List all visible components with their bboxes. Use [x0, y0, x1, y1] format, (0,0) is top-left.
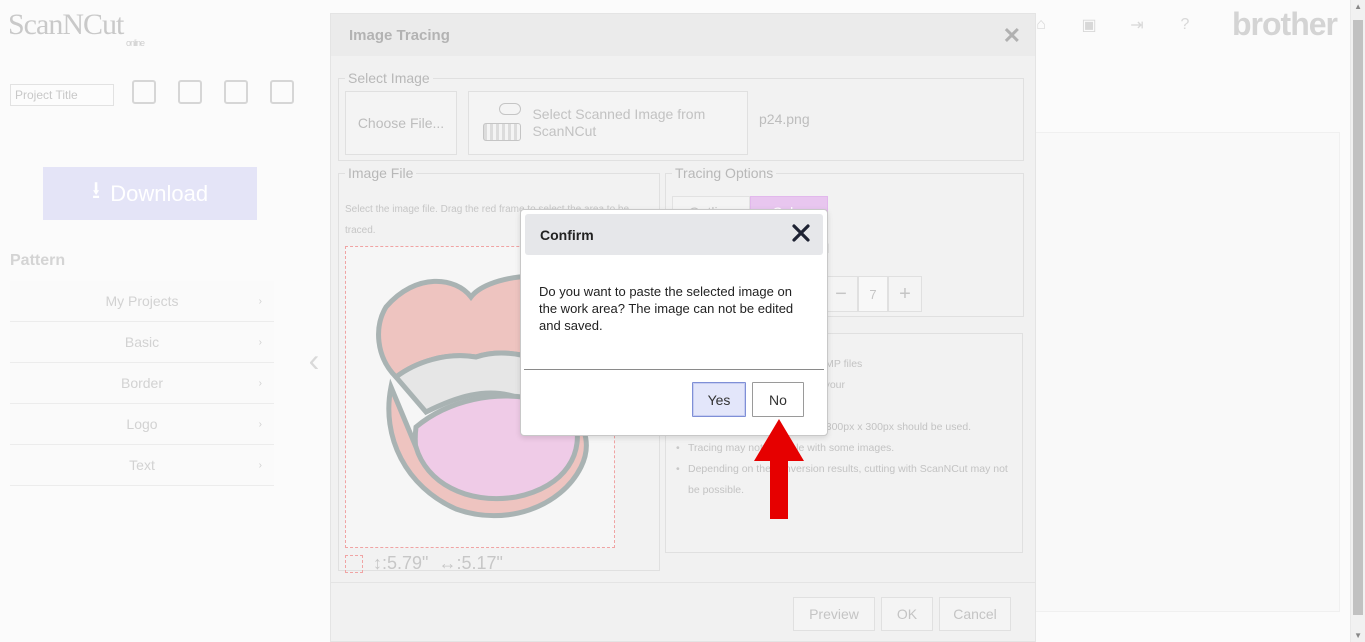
- download-button[interactable]: ⭳ Download: [43, 167, 257, 220]
- note-item: Tracing may not possible with some image…: [674, 438, 1014, 459]
- project-title-input[interactable]: Project Title: [10, 84, 114, 106]
- pattern-item-logo[interactable]: Logo ›: [10, 404, 274, 445]
- note-item: Depending on the conversion results, cut…: [674, 459, 1014, 501]
- scrollbar-thumb[interactable]: [1353, 20, 1363, 615]
- confirm-message: Do you want to paste the selected image …: [539, 284, 794, 333]
- work-area[interactable]: [1035, 132, 1340, 612]
- scroll-up-icon[interactable]: ▲: [1354, 2, 1362, 11]
- confirm-divider: [524, 369, 824, 370]
- ok-button[interactable]: OK: [881, 597, 933, 631]
- download-icon: ⭳: [91, 177, 101, 204]
- confirm-header: Confirm: [525, 214, 823, 255]
- confirm-title: Confirm: [540, 226, 594, 243]
- collapse-panel-icon[interactable]: ‹: [300, 330, 328, 390]
- image-tracing-title: Image Tracing: [349, 26, 450, 44]
- pattern-item-my-projects[interactable]: My Projects ›: [10, 281, 274, 322]
- red-arrow-annotation: [754, 419, 804, 519]
- dimensions-readout: ↕:5.79" ↔:5.17": [345, 553, 503, 574]
- close-icon[interactable]: ✕: [1003, 23, 1021, 49]
- choose-file-button[interactable]: Choose File...: [345, 91, 457, 155]
- plus-button[interactable]: +: [888, 276, 922, 312]
- pattern-title: Pattern: [10, 252, 66, 269]
- chevron-right-icon: ›: [258, 377, 262, 389]
- select-scanned-image-button[interactable]: Select Scanned Image from ScanNCut: [468, 91, 748, 155]
- no-button[interactable]: No: [752, 382, 804, 417]
- image-file-legend: Image File: [348, 165, 414, 181]
- preview-button[interactable]: Preview: [793, 597, 875, 631]
- import-icon[interactable]: [178, 80, 202, 104]
- width-dimension: ↔:5.17": [438, 553, 503, 573]
- confirm-dialog: Confirm Do you want to paste the selecte…: [520, 209, 828, 436]
- toolbar: [132, 80, 294, 104]
- scroll-down-icon[interactable]: ▼: [1354, 631, 1362, 640]
- open-icon[interactable]: [224, 80, 248, 104]
- brother-logo: brother: [1232, 6, 1338, 42]
- pattern-item-basic[interactable]: Basic ›: [10, 322, 274, 363]
- stepper-value[interactable]: 7: [858, 276, 888, 312]
- page-scrollbar[interactable]: ▲ ▼: [1350, 0, 1365, 642]
- save-icon[interactable]: ▣: [1078, 14, 1100, 36]
- selected-file-name: p24.png: [759, 111, 810, 127]
- image-tracing-header: Image Tracing ✕: [331, 14, 1035, 56]
- frame-square-icon: [345, 554, 363, 573]
- image-tracing-icon[interactable]: [270, 80, 294, 104]
- chevron-right-icon: ›: [258, 459, 262, 471]
- top-icons: ⌂ ▣ ⇥ ?: [1030, 14, 1196, 36]
- minus-button[interactable]: −: [824, 276, 858, 312]
- footer-divider: [331, 582, 1035, 583]
- help-icon[interactable]: ?: [1174, 14, 1196, 36]
- chevron-right-icon: ›: [258, 418, 262, 430]
- scanncut-logo: ScanNCut online: [8, 8, 145, 48]
- pattern-list: My Projects › Basic › Border › Logo › Text ›: [10, 281, 274, 486]
- select-image-section: Select Image Choose File... Select Scann…: [338, 70, 1024, 161]
- chevron-right-icon: ›: [258, 295, 262, 307]
- cancel-button[interactable]: Cancel: [939, 597, 1011, 631]
- tracing-footer: Preview OK Cancel: [793, 597, 1011, 631]
- close-icon[interactable]: [789, 221, 813, 245]
- select-image-legend: Select Image: [348, 70, 430, 86]
- chevron-right-icon: ›: [258, 336, 262, 348]
- yes-button[interactable]: Yes: [692, 382, 746, 417]
- tracing-options-legend: Tracing Options: [675, 165, 774, 181]
- scanner-cloud-icon: [481, 103, 521, 143]
- color-count-stepper: − 7 +: [824, 276, 922, 312]
- pattern-item-text[interactable]: Text ›: [10, 445, 274, 486]
- pattern-item-border[interactable]: Border ›: [10, 363, 274, 404]
- height-dimension: ↕:5.79": [373, 553, 429, 573]
- logout-icon[interactable]: ⇥: [1126, 14, 1148, 36]
- add-pattern-icon[interactable]: [132, 80, 156, 104]
